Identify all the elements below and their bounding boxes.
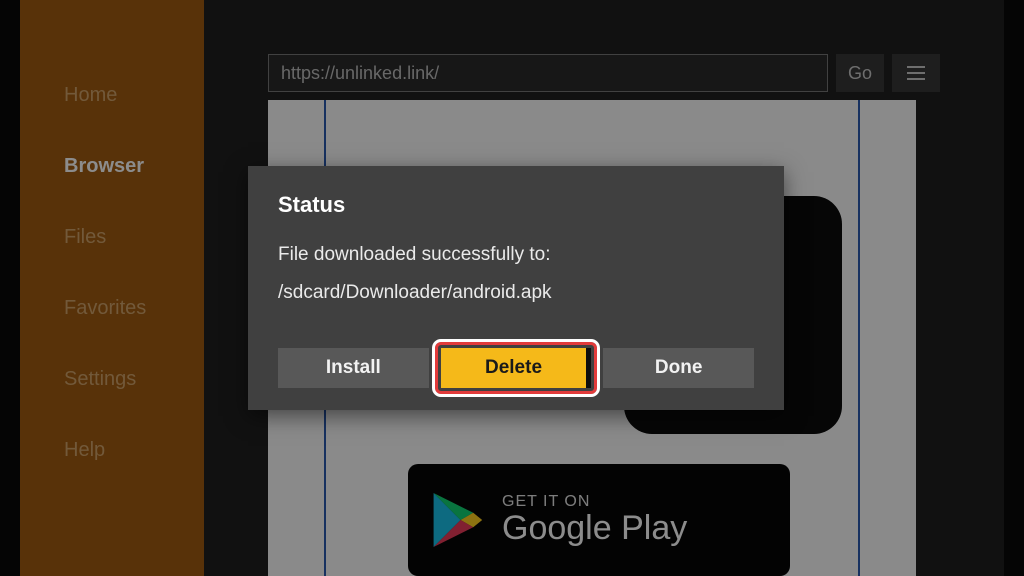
button-label: Install <box>326 357 381 379</box>
install-button[interactable]: Install <box>278 348 429 388</box>
delete-button-wrap: Delete <box>441 348 592 388</box>
button-label: Done <box>655 357 703 379</box>
button-label: Delete <box>485 357 542 379</box>
dialog-title: Status <box>278 192 754 218</box>
done-button[interactable]: Done <box>603 348 754 388</box>
dialog-message: File downloaded successfully to: <box>278 244 754 266</box>
dialog-button-row: Install Delete Done <box>278 348 754 388</box>
dialog-file-path: /sdcard/Downloader/android.apk <box>278 282 754 304</box>
delete-button[interactable]: Delete <box>441 348 592 388</box>
status-dialog: Status File downloaded successfully to: … <box>248 166 784 410</box>
